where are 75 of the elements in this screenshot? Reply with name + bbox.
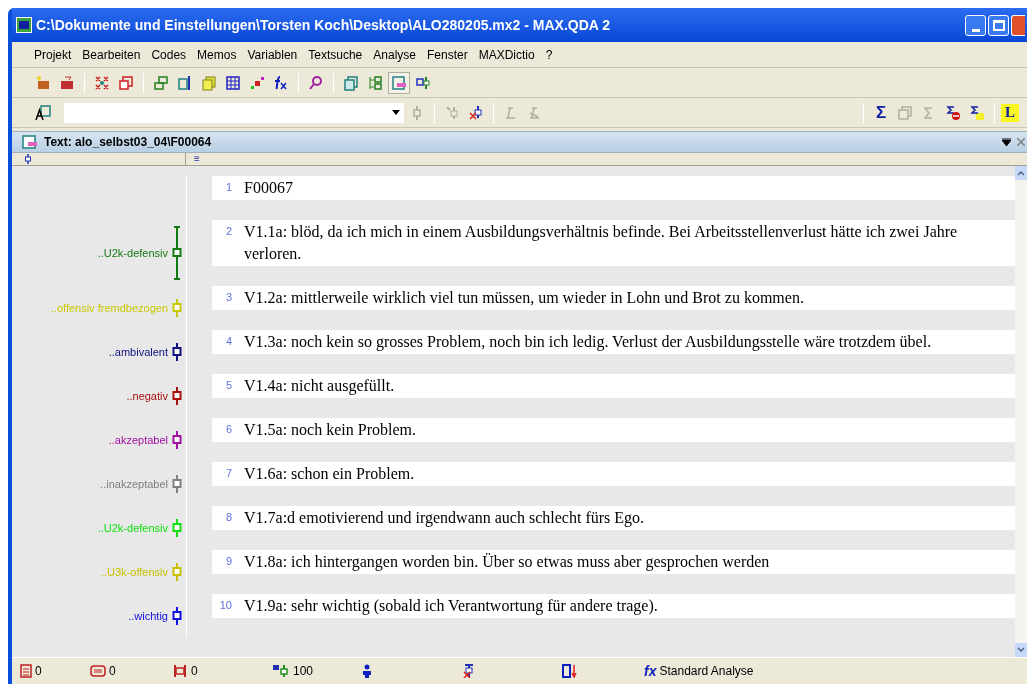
dropdown-caret-icon[interactable] (392, 110, 400, 115)
close-icon[interactable] (1017, 138, 1025, 146)
maximize-button[interactable] (988, 14, 1009, 36)
function-icon: fx (644, 664, 657, 678)
sum-button[interactable]: Σ (870, 101, 892, 124)
code-label[interactable]: ..akzeptabel (108, 431, 168, 449)
code-marker-icon (172, 562, 182, 582)
paragraph-text: V1.4a: nicht ausgefüllt. (243, 376, 396, 397)
crossed-code-icon (462, 664, 476, 678)
window-title: C:\Dokumente und Einstellungen\Torsten Koch\Desktop\ALO280205.mx2 - MAX.QDA 2 (36, 15, 612, 35)
close-button[interactable] (1011, 14, 1025, 36)
pin-down-icon[interactable] (1002, 138, 1011, 146)
text-window-icon[interactable] (388, 71, 410, 94)
code-marker-icon (172, 226, 182, 280)
paragraph-text: V1.6a: schon ein Problem. (243, 464, 416, 484)
line-number: 5 (224, 378, 233, 393)
menu-item[interactable]: Memos (197, 45, 237, 64)
paragraph-text: V1.5a: noch kein Problem. (243, 420, 417, 440)
coded-segments-icon (272, 664, 290, 678)
code-marker-icon (172, 430, 182, 450)
line-number: 8 (224, 510, 233, 525)
code-label[interactable]: ..wichtig (128, 607, 168, 625)
paragraph-text: F00067 (243, 178, 294, 198)
status-text: Standard Analyse (659, 663, 754, 680)
paragraph-text: V1.9a: sehr wichtig (sobald ich Verantwortung für andere trage). (243, 596, 659, 617)
line-number: 10 (218, 598, 233, 613)
menu-item[interactable]: Analyse (373, 45, 416, 64)
line-number: 3 (224, 290, 233, 305)
scroll-up-icon[interactable] (1015, 166, 1027, 180)
status-text: 0 (191, 663, 198, 680)
code-label[interactable]: ..ambivalent (108, 343, 168, 361)
status-text: 0 (35, 663, 42, 680)
menu-item[interactable]: Bearbeiten (82, 45, 141, 64)
line-number: 2 (224, 224, 233, 239)
minimize-button[interactable] (965, 14, 986, 36)
code-marker-icon (172, 474, 182, 494)
menu-item[interactable]: Fenster (427, 45, 468, 64)
code-column-icon (24, 154, 32, 164)
document-icon (20, 664, 32, 678)
scroll-down-icon[interactable] (1015, 643, 1027, 657)
panel-title: Text: alo_selbst03_04\F00064 (44, 134, 213, 151)
line-number: 6 (224, 422, 233, 437)
line-number: 4 (224, 334, 233, 349)
menu-item[interactable]: ? (545, 45, 553, 64)
app-logo-icon (16, 17, 32, 33)
column-header: ≡ (193, 153, 200, 165)
code-marker-icon (172, 606, 182, 626)
menu-item[interactable]: Variablen (247, 45, 298, 64)
code-marker-icon (172, 298, 182, 318)
status-text: 100 (293, 663, 314, 680)
l-button[interactable]: L (1001, 103, 1019, 122)
line-number: 9 (224, 554, 233, 569)
code-label[interactable]: ..U2k-defensiv (97, 244, 168, 262)
paragraph-text: V1.7a:d emotivierend und irgendwann auch schlecht fürs Ego. (243, 508, 646, 529)
text-window-icon (22, 135, 38, 149)
paragraph-text: V1.1a: blöd, da ich mich in einem Ausbildungsverhältnis befinde. Bei Arbeitsstellenverlust hätte ich zwei Jahre verloren. (243, 222, 959, 264)
menu-item[interactable]: Codes (151, 45, 187, 64)
memo-icon (90, 665, 106, 677)
paragraph-text: V1.8a: ich hintergangen worden bin. Über so etwas muss aber gesprochen werden (243, 552, 771, 573)
sort-down-icon (562, 664, 578, 678)
code-marker-icon (172, 386, 182, 406)
code-icon (172, 664, 188, 678)
code-marker-icon (172, 518, 182, 538)
line-number: 1 (224, 180, 233, 195)
paragraph-text: V1.3a: noch kein so grosses Problem, noch bin ich ledig. Verlust der Ausbildungsstelle wäre trotzdem übel. (243, 332, 933, 353)
person-icon (362, 664, 372, 678)
line-number: 7 (224, 466, 233, 481)
status-text: 0 (109, 663, 116, 680)
menu-item[interactable]: Projekt (34, 45, 72, 64)
paragraph-text: V1.2a: mittlerweile wirklich viel tun müssen, um wieder in Lohn und Brot zu kommen. (243, 288, 805, 308)
code-marker-icon (172, 342, 182, 362)
code-label[interactable]: ..negativ (126, 387, 168, 405)
menu-item[interactable]: MAXDictio (478, 45, 535, 64)
menu-item[interactable]: Textsuche (308, 45, 363, 64)
vertical-scrollbar[interactable] (1015, 166, 1027, 657)
